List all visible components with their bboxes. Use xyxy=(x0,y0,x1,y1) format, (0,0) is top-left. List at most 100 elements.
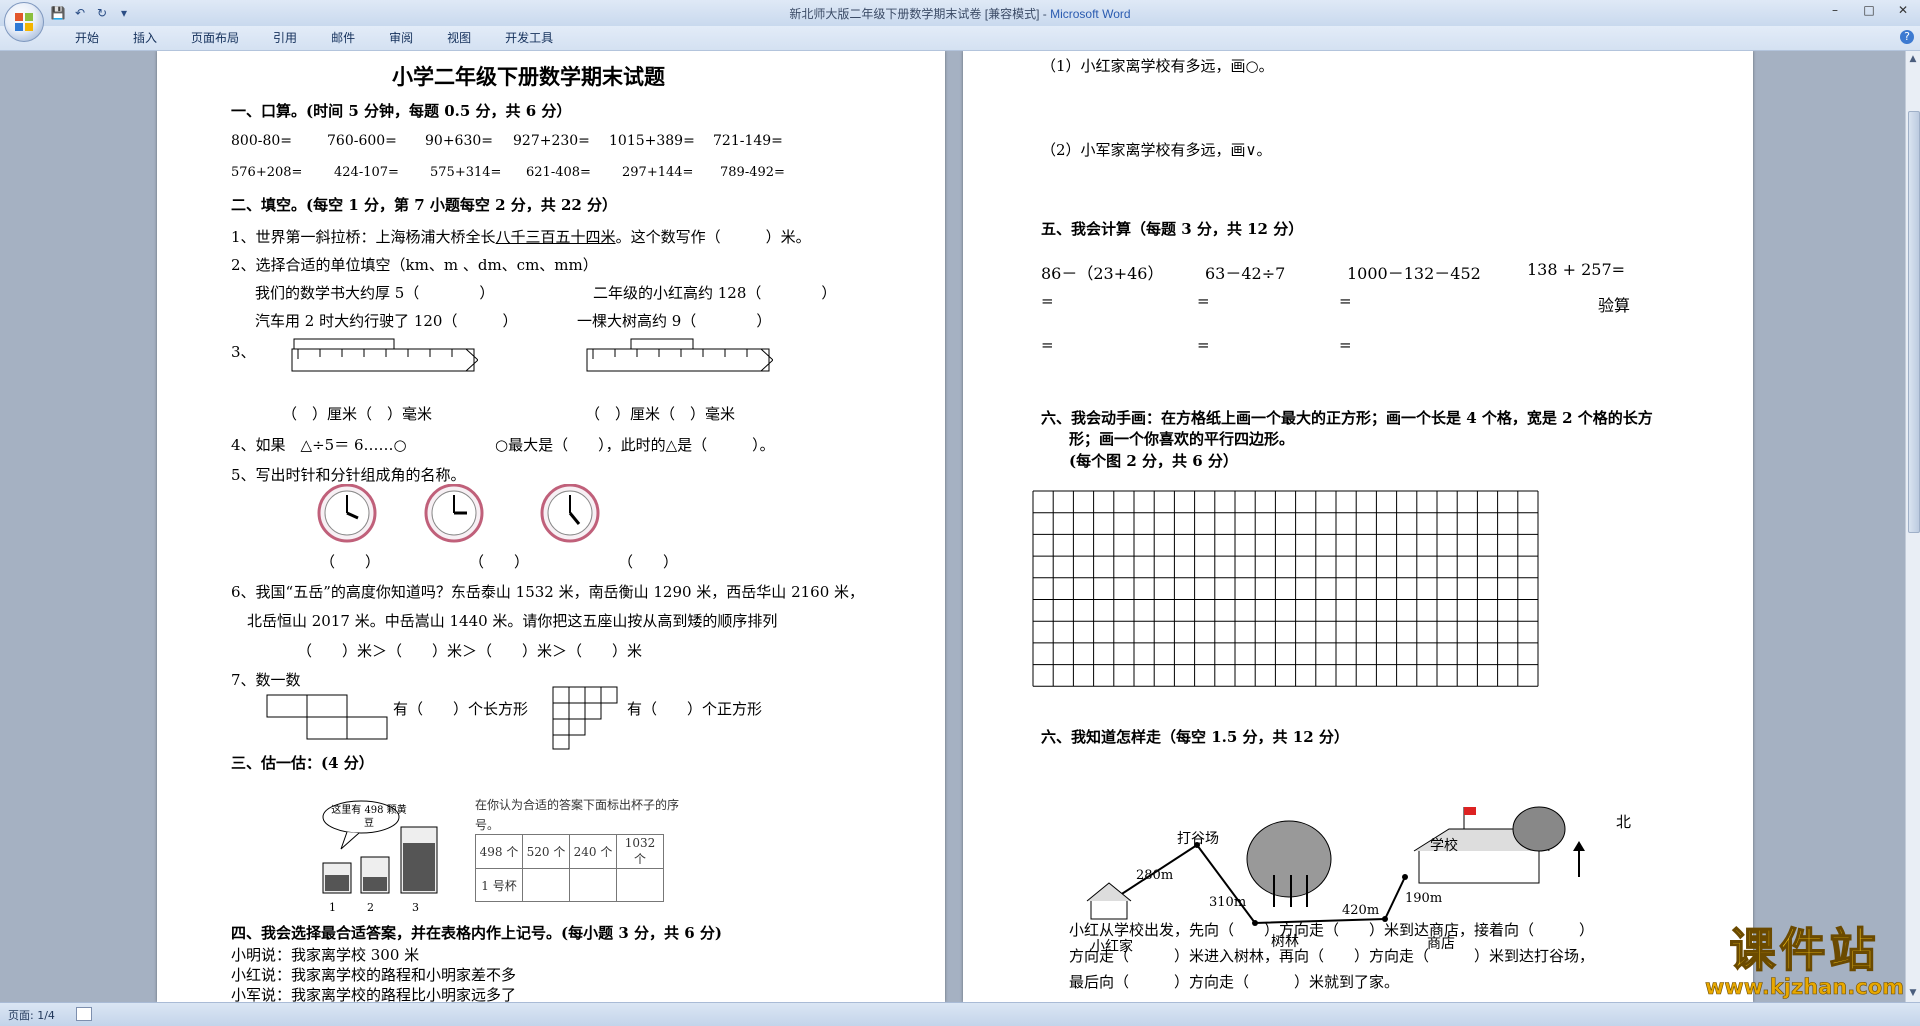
question-2: 2、选择合适的单位填空（km、m 、dm、cm、mm） xyxy=(231,256,598,274)
section5-heading: 五、我会计算（每题 3 分，共 12 分） xyxy=(1041,220,1304,238)
question-7-square-answer: 有（ ）个正方形 xyxy=(627,700,763,718)
section3-heading: 三、估一估：(4 分） xyxy=(231,754,374,772)
distance-question-1: （1）小红家离学校有多远，画○。 xyxy=(1041,57,1274,75)
equals-sign: = xyxy=(1197,336,1210,354)
oral-row2-item: 576+208= xyxy=(231,165,303,180)
clock-icon xyxy=(424,484,484,543)
question-5: 5、写出时针和分针组成角的名称。 xyxy=(231,466,466,484)
square-figure xyxy=(552,686,618,750)
calc-expression: 1000－132－452 xyxy=(1347,264,1481,283)
question-3-answer: （ ）厘米（ ）毫米 xyxy=(585,405,736,423)
question-2-item: 一棵大树高约 9（ ） xyxy=(577,312,772,330)
clock-answer-blank: （ ） xyxy=(469,553,530,571)
page-title: 小学二年级下册数学期末试题 xyxy=(392,64,665,89)
help-icon[interactable]: ? xyxy=(1900,30,1914,44)
tab-page-layout[interactable]: 页面布局 xyxy=(174,30,256,46)
bean-bubble-text: 这里有 498 颗黄豆 xyxy=(331,805,407,829)
tab-developer[interactable]: 开发工具 xyxy=(488,30,570,46)
statement-line: 小红说：我家离学校的路程和小明家差不多 xyxy=(231,966,517,984)
question-4-blank: ○最大是（ ），此时的△是（ ）。 xyxy=(495,436,775,454)
vertical-scrollbar[interactable]: ▲ ▼ xyxy=(1905,51,1920,1002)
close-button[interactable]: ✕ xyxy=(1886,0,1920,20)
forest-icon xyxy=(1246,820,1332,907)
office-logo-icon xyxy=(15,13,33,31)
minimize-button[interactable]: – xyxy=(1818,0,1852,20)
oral-row2-item: 621-408= xyxy=(526,165,591,180)
ruler-image xyxy=(586,338,773,372)
question-6-line2: 北岳恒山 2017 米。中岳嵩山 1440 米。请你把这五座山按从高到矮的顺序排… xyxy=(247,612,778,630)
grid-paper[interactable] xyxy=(1031,489,1653,709)
cup-label: 1 xyxy=(329,901,336,914)
maximize-button[interactable]: □ xyxy=(1852,0,1886,20)
rectangle-figure xyxy=(266,694,388,740)
undo-icon[interactable]: ↶ xyxy=(72,5,88,21)
route-text: 最后向（ ）方向走（ ）米就到了家。 xyxy=(1069,973,1400,991)
tab-home[interactable]: 开始 xyxy=(58,30,116,46)
statement-line: 小军说：我家离学校的路程比小明家远多了 xyxy=(231,986,517,1002)
tab-view[interactable]: 视图 xyxy=(430,30,488,46)
map-distance: 280m xyxy=(1136,868,1174,883)
clock-icon xyxy=(317,484,377,543)
clock-answer-blank: （ ） xyxy=(320,553,381,571)
redo-icon[interactable]: ↻ xyxy=(94,5,110,21)
check-label: 验算 xyxy=(1598,296,1631,315)
question-2-item: 汽车用 2 时大约行驶了 120（ ） xyxy=(255,312,518,330)
equals-sign: = xyxy=(1339,292,1352,310)
scroll-down-icon[interactable]: ▼ xyxy=(1907,987,1919,999)
oral-row2-item: 424-107= xyxy=(334,165,399,180)
oral-row1-item: 721-149= xyxy=(713,133,783,149)
distance-question-2: （2）小军家离学校有多远，画∨。 xyxy=(1041,141,1272,159)
map-distance: 190m xyxy=(1405,891,1443,906)
cup-label: 2 xyxy=(367,901,374,914)
watermark-logo: 课件站 www.kjzhan.com xyxy=(1705,924,1905,999)
ribbon-tab-bar: 开始 插入 页面布局 引用 邮件 审阅 视图 开发工具 xyxy=(0,26,1920,51)
scrollbar-thumb[interactable] xyxy=(1908,111,1920,533)
map-label-bei: 北 xyxy=(1616,813,1632,831)
table-cell: 240 个 xyxy=(569,834,617,869)
equals-sign: = xyxy=(1197,292,1210,310)
question-2-item: 我们的数学书大约厚 5（ ） xyxy=(255,284,495,302)
question-3: 3、 xyxy=(231,343,256,361)
statement-line: 小明说：我家离学校 300 米 xyxy=(231,946,420,964)
save-icon[interactable]: 💾 xyxy=(50,5,66,21)
north-arrow-icon xyxy=(1573,841,1585,877)
customize-qat-icon[interactable]: ▾ xyxy=(116,5,132,21)
table-cell xyxy=(569,868,617,902)
window-controls: – □ ✕ xyxy=(1818,0,1920,20)
map-distance: 420m xyxy=(1342,903,1380,918)
calc-expression: 138 + 257= xyxy=(1527,260,1626,279)
spelling-check-icon[interactable] xyxy=(76,1007,92,1021)
calc-expression: 63－42÷7 xyxy=(1205,264,1286,283)
question-1: 1、世界第一斜拉桥：上海杨浦大桥全长八千三百五十四米。这个数写作（ ）米。 xyxy=(231,228,811,246)
question-7: 7、数一数 xyxy=(231,671,301,689)
section7-heading: 六、我知道怎样走（每空 1.5 分，共 12 分） xyxy=(1041,728,1349,746)
page-indicator[interactable]: 页面: 1/4 xyxy=(8,1007,55,1023)
section6-heading-line2: 形；画一个你喜欢的平行四边形。 xyxy=(1069,430,1295,448)
window-title: 新北师大版二年级下册数学期末试卷 [兼容模式] - Microsoft Word xyxy=(0,5,1920,22)
section4-heading: 四、我会选择最合适答案，并在表格内作上记号。(每小题 3 分，共 6 分) xyxy=(231,924,722,942)
equals-sign: = xyxy=(1339,336,1352,354)
table-cell: 520 个 xyxy=(522,834,570,869)
tab-mailings[interactable]: 邮件 xyxy=(314,30,372,46)
table-cell xyxy=(616,868,664,902)
oral-row1-item: 90+630= xyxy=(425,133,493,149)
document-area: 小学二年级下册数学期末试题 一、口算。(时间 5 分钟，每题 0.5 分，共 6… xyxy=(0,51,1906,1002)
estimate-instruction: 在你认为合适的答案下面标出杯子的序号。 xyxy=(475,798,680,832)
office-button[interactable] xyxy=(4,2,44,42)
route-text: 方向走（ ）米进入树林，再向（ ）方向走（ ）米到达打谷场， xyxy=(1069,947,1595,965)
table-cell: 1032 个 xyxy=(616,834,664,869)
clock-icon xyxy=(540,484,600,543)
oral-row1-item: 927+230= xyxy=(513,133,590,149)
tab-insert[interactable]: 插入 xyxy=(116,30,174,46)
quick-access-toolbar: 💾 ↶ ↻ ▾ xyxy=(50,4,132,22)
section6-heading-line3: (每个图 2 分，共 6 分） xyxy=(1069,452,1238,470)
oral-row2-item: 297+144= xyxy=(622,165,694,180)
map-label-xuexiao: 学校 xyxy=(1430,838,1458,854)
tab-review[interactable]: 审阅 xyxy=(372,30,430,46)
house-icon xyxy=(1086,882,1132,920)
tab-references[interactable]: 引用 xyxy=(256,30,314,46)
oral-row1-item: 1015+389= xyxy=(609,133,695,149)
scroll-up-icon[interactable]: ▲ xyxy=(1907,53,1919,65)
oral-row2-item: 575+314= xyxy=(430,165,502,180)
equals-sign: = xyxy=(1041,336,1054,354)
